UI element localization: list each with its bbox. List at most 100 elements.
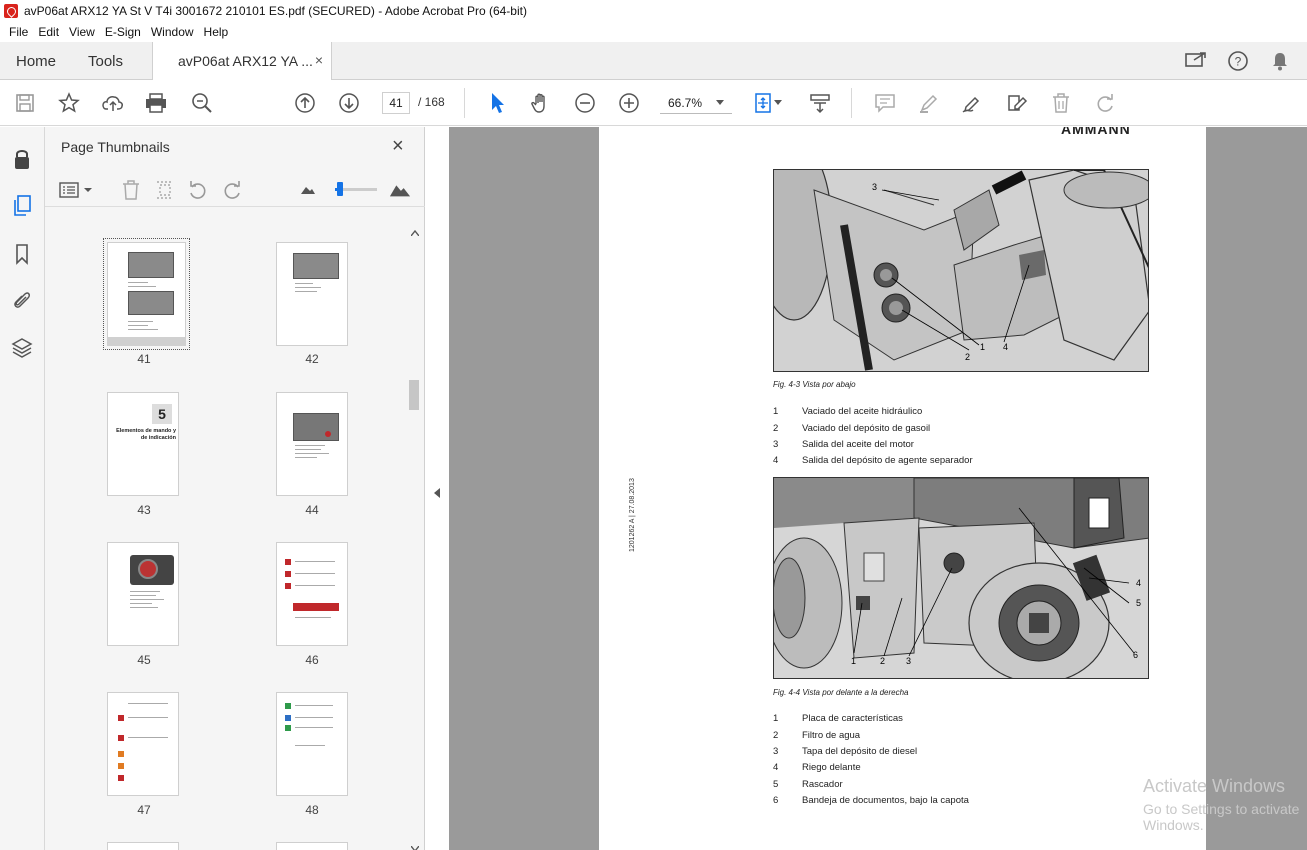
menu-edit[interactable]: Edit [33, 25, 64, 39]
zoom-search-icon[interactable] [190, 91, 214, 115]
callout-1: 1 [980, 342, 986, 352]
thumbnail-orange-mark [118, 751, 124, 757]
sign-pen-icon[interactable] [960, 91, 984, 115]
tab-close-icon[interactable]: × [315, 52, 323, 68]
figure-caption: Fig. 4-3 Vista por abajo [773, 380, 856, 389]
brand-logo: AMMANN [1061, 127, 1131, 137]
menu-esign[interactable]: E-Sign [100, 25, 146, 39]
zoom-in-icon[interactable] [617, 91, 641, 115]
thumbnails-scrollbar[interactable] [409, 380, 419, 410]
thumbnail-text-line [295, 705, 333, 706]
bookmark-star-icon[interactable] [57, 91, 81, 115]
tab-document-label: avP06at ARX12 YA ... [178, 53, 313, 69]
tab-tools[interactable]: Tools [88, 53, 123, 70]
chevron-down-icon[interactable] [716, 100, 724, 105]
thumbnail-text-line [128, 325, 148, 326]
machine-front-right-illustration [774, 478, 1148, 678]
thumbnail-page-49[interactable] [107, 842, 179, 850]
thumbnail-chapter-number: 5 [152, 404, 172, 424]
zoom-out-icon[interactable] [573, 91, 597, 115]
edit-text-icon[interactable] [1005, 91, 1029, 115]
toolbar-divider [464, 88, 465, 118]
menu-file[interactable]: File [4, 25, 33, 39]
page-thumbnails-icon[interactable] [10, 194, 34, 218]
attachments-paperclip-icon[interactable] [10, 288, 34, 312]
thumbnail-text-line [295, 585, 335, 586]
bookmarks-icon[interactable] [10, 242, 34, 266]
thumbnail-page-42[interactable] [276, 242, 348, 346]
thumbnail-text-line [295, 457, 317, 458]
layers-icon[interactable] [10, 335, 34, 359]
comment-icon[interactable] [873, 91, 897, 115]
menu-help[interactable]: Help [199, 25, 234, 39]
smaller-thumbnails-icon[interactable] [297, 179, 319, 201]
figure-vista-por-abajo: 3 2 1 4 [773, 169, 1149, 372]
close-icon[interactable]: × [392, 135, 404, 158]
thumbnail-text-line [130, 591, 160, 592]
thumbnail-red-mark [118, 715, 124, 721]
scroll-mode-icon[interactable] [808, 91, 832, 115]
thumbnail-page-45[interactable] [107, 542, 179, 646]
figure-caption: Fig. 4-4 Vista por delante a la derecha [773, 688, 909, 697]
tab-home[interactable]: Home [16, 53, 56, 70]
thumbnail-page-46[interactable] [276, 542, 348, 646]
previous-page-icon[interactable] [293, 91, 317, 115]
thumbnail-label: 48 [305, 803, 319, 817]
menu-window[interactable]: Window [146, 25, 199, 39]
thumbnail-label: 42 [305, 352, 319, 366]
extract-pages-icon[interactable] [154, 179, 176, 201]
delete-page-icon[interactable] [120, 179, 142, 201]
rotate-left-icon[interactable] [187, 179, 209, 201]
activation-watermark-title: Activate Windows [1143, 776, 1286, 796]
scroll-up-icon[interactable] [410, 225, 420, 239]
thumbnail-page-47[interactable] [107, 692, 179, 796]
menu-view[interactable]: View [64, 25, 100, 39]
panel-title: Page Thumbnails [61, 139, 170, 155]
slider-handle[interactable] [337, 182, 343, 196]
next-page-icon[interactable] [337, 91, 361, 115]
select-cursor-icon[interactable] [486, 91, 510, 115]
thumbnail-warning-bar [293, 603, 339, 611]
thumbnail-figure [293, 253, 339, 279]
rotate-right-icon[interactable] [221, 179, 243, 201]
thumbnail-red-mark [285, 583, 291, 589]
hand-tool-icon[interactable] [529, 91, 553, 115]
thumbnail-page-44[interactable] [276, 392, 348, 496]
share-screen-icon[interactable] [1185, 50, 1207, 72]
thumbnail-text-line [128, 737, 168, 738]
collapse-panel-icon[interactable] [434, 488, 440, 498]
chevron-down-icon[interactable] [772, 91, 784, 115]
thumbnail-text-line [130, 599, 164, 600]
delete-trash-icon[interactable] [1049, 91, 1073, 115]
thumbnail-text-line [295, 561, 335, 562]
machine-underside-illustration [774, 170, 1148, 371]
thumbnail-page-43[interactable]: 5 Elementos de mando y de indicación [107, 392, 179, 496]
notifications-bell-icon[interactable] [1269, 50, 1291, 72]
thumbnail-page-50[interactable] [276, 842, 348, 850]
thumbnail-text-line [295, 453, 329, 454]
legend-row: 3 Tapa del depósito de diesel [773, 746, 918, 757]
document-view[interactable]: AMMANN 1201262 A | 27.08.2013 3 2 1 4 Fi… [449, 127, 1307, 850]
thumbnail-text-line [295, 717, 333, 718]
thumbnail-options-icon[interactable] [59, 179, 95, 201]
thumbnail-orange-mark [118, 763, 124, 769]
highlight-pen-icon[interactable] [917, 91, 941, 115]
thumbnail-label: 41 [137, 352, 151, 366]
pdf-page: AMMANN 1201262 A | 27.08.2013 3 2 1 4 Fi… [599, 127, 1206, 850]
save-icon[interactable] [13, 91, 37, 115]
thumbnail-red-mark [118, 775, 124, 781]
page-number-input[interactable]: 41 [382, 92, 410, 114]
thumbnail-page-41[interactable] [103, 238, 190, 350]
legend-row: 2 Vaciado del depósito de gasoil [773, 423, 931, 434]
print-icon[interactable] [144, 91, 168, 115]
scroll-down-icon[interactable] [410, 841, 420, 850]
upload-cloud-icon[interactable] [101, 91, 125, 115]
larger-thumbnails-icon[interactable] [389, 179, 411, 201]
lock-icon[interactable] [10, 147, 34, 171]
help-icon[interactable]: ? [1227, 50, 1249, 72]
thumbnail-page-48[interactable] [276, 692, 348, 796]
tab-document[interactable]: avP06at ARX12 YA ... × [152, 42, 332, 80]
thumbnail-text-line [128, 329, 158, 330]
legend-row: 1 Vaciado del aceite hidráulico [773, 406, 923, 417]
redo-icon[interactable] [1093, 91, 1117, 115]
